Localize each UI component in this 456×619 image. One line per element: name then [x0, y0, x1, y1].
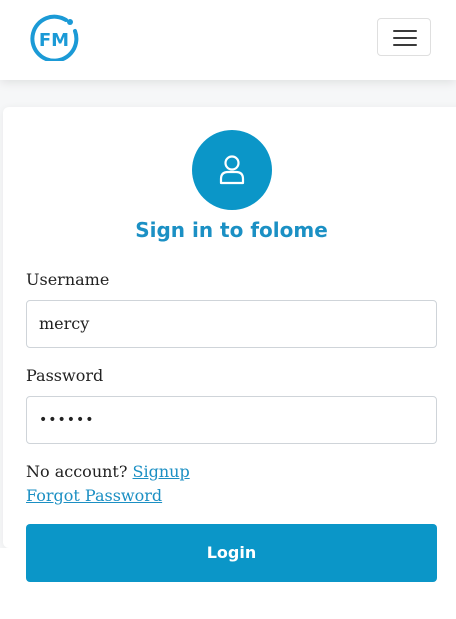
forgot-password-row: Forgot Password	[26, 486, 162, 505]
signup-link[interactable]: Signup	[133, 462, 190, 481]
top-navbar: FM	[0, 0, 456, 80]
hamburger-icon	[393, 30, 417, 32]
password-field[interactable]: ••••••	[26, 396, 437, 444]
signup-row: No account? Signup	[26, 462, 190, 481]
user-icon	[219, 155, 245, 185]
username-field[interactable]: mercy	[26, 300, 437, 348]
password-label: Password	[26, 366, 104, 385]
menu-toggle-button[interactable]	[377, 18, 431, 56]
logo-text: FM	[39, 30, 69, 51]
avatar	[192, 130, 272, 210]
username-label: Username	[26, 270, 110, 289]
login-button[interactable]: Login	[26, 524, 437, 582]
login-title: Sign in to folome	[135, 218, 328, 242]
fm-logo-icon[interactable]: FM	[28, 13, 82, 63]
no-account-text: No account?	[26, 462, 128, 481]
forgot-password-link[interactable]: Forgot Password	[26, 486, 162, 505]
